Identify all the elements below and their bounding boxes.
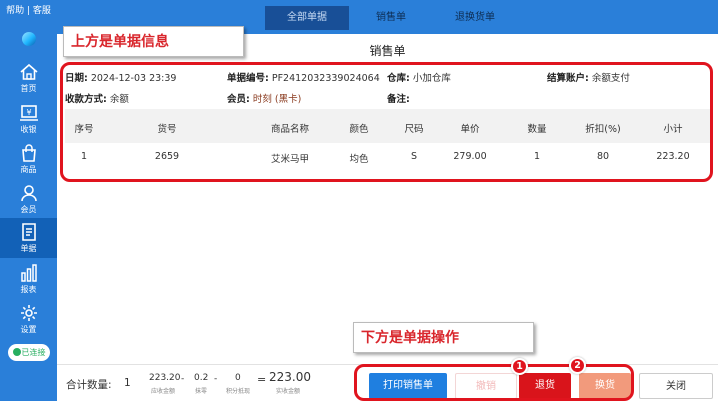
tab-sales-orders[interactable]: 销售单 [349, 6, 433, 30]
sidebar-item-cashier[interactable]: ¥ 收银 [0, 99, 57, 139]
document-info-callout: 上方是单据信息 [63, 26, 244, 57]
total-quantity-label: 合计数量: [66, 379, 112, 391]
receivable-label: 应收金额 [151, 388, 176, 395]
change-rounding-label: 抹零 [195, 388, 208, 395]
change-rounding-amount: 0.2 [194, 373, 209, 383]
connected-dot-icon [12, 348, 21, 356]
sidebar-item-settings[interactable]: 设置 [0, 299, 57, 339]
sidebar: 帮助 | 客服 首页 ¥ 收银 商品 会员 单据 报表 设置 已连接 [0, 0, 57, 401]
step-2-badge: 2 [569, 357, 586, 374]
cashier-icon: ¥ [19, 105, 38, 121]
document-actions-highlight [354, 364, 634, 401]
help-support-link[interactable]: 帮助 | 客服 [0, 0, 57, 24]
svg-text:¥: ¥ [26, 108, 31, 117]
app-logo [22, 32, 36, 46]
sidebar-item-label: 会员 [20, 205, 37, 214]
document-info-highlight [60, 62, 713, 182]
tab-return-exchange[interactable]: 退换货单 [433, 6, 517, 30]
connection-status-label: 已连接 [21, 348, 46, 357]
points-deduction-label: 积分抵现 [226, 388, 251, 395]
receivable-amount: 223.20 [149, 373, 181, 383]
step-1-badge: 1 [511, 358, 528, 375]
document-actions-callout: 下方是单据操作 [353, 322, 534, 353]
sidebar-item-members[interactable]: 会员 [0, 179, 57, 219]
sidebar-item-label: 单据 [20, 244, 37, 253]
sidebar-item-label: 报表 [20, 285, 37, 294]
connection-status-badge: 已连接 [8, 344, 50, 361]
sidebar-item-label: 设置 [20, 325, 37, 334]
sidebar-item-label: 收银 [20, 125, 37, 134]
sidebar-item-label: 商品 [20, 165, 37, 174]
equals-sign: = [257, 373, 267, 386]
product-bag-icon [21, 144, 36, 162]
close-button[interactable]: 关闭 [639, 373, 713, 399]
gear-icon [20, 305, 37, 321]
tab-all-documents[interactable]: 全部单据 [265, 6, 349, 30]
document-icon [21, 223, 36, 241]
member-icon [20, 185, 37, 202]
minus-sign: - [181, 374, 185, 384]
home-icon [19, 63, 38, 80]
actual-amount-label: 实收金额 [276, 388, 301, 395]
sidebar-item-products[interactable]: 商品 [0, 139, 57, 179]
points-deduction-amount: 0 [235, 373, 241, 383]
sidebar-item-documents[interactable]: 单据 [0, 218, 57, 258]
sidebar-item-home[interactable]: 首页 [0, 58, 57, 98]
actual-amount: 223.00 [269, 370, 311, 384]
minus-sign: - [214, 374, 218, 384]
report-chart-icon [20, 264, 37, 282]
sidebar-item-label: 首页 [20, 84, 37, 93]
sidebar-item-reports[interactable]: 报表 [0, 259, 57, 299]
total-quantity-value: 1 [124, 377, 131, 389]
